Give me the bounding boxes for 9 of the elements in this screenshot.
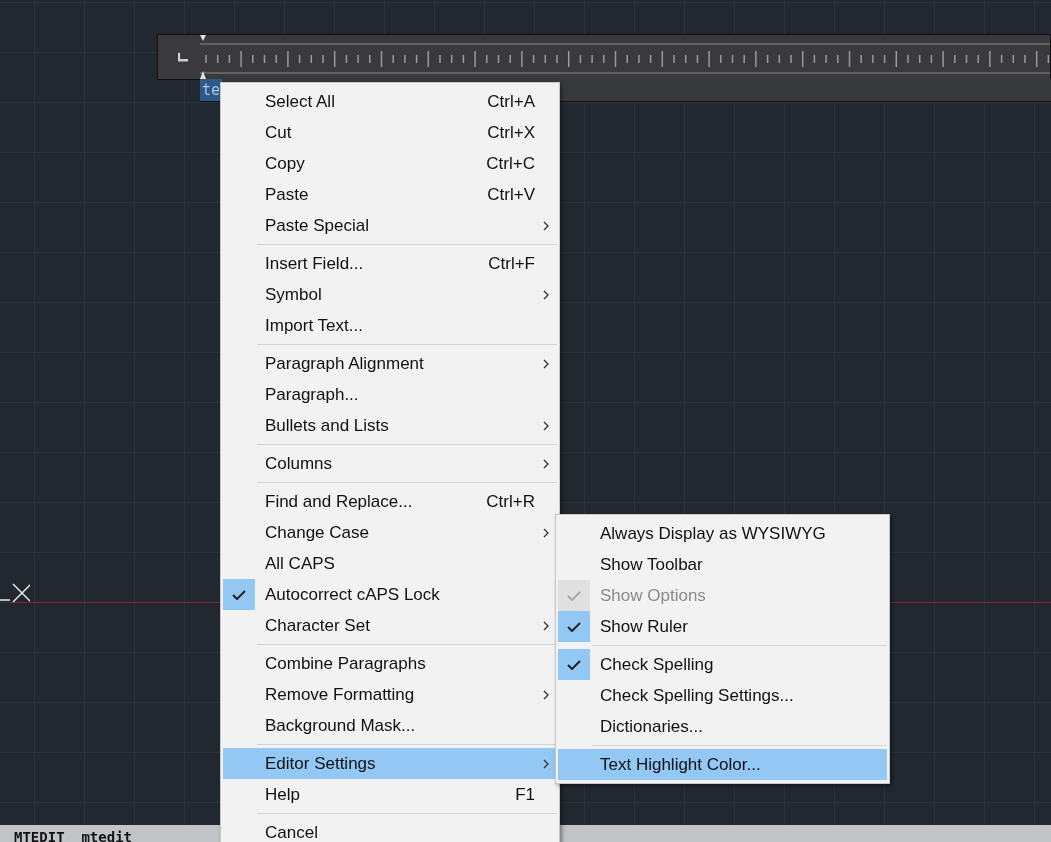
- shortcut-text: Ctrl+A: [487, 91, 535, 112]
- shortcut-text: Ctrl+R: [486, 491, 535, 512]
- shortcut-text: Ctrl+X: [487, 122, 535, 143]
- selected-text: te: [200, 79, 223, 101]
- shortcut-text: Ctrl+V: [487, 184, 535, 205]
- shortcut-text: Ctrl+C: [486, 153, 535, 174]
- command-text: MTEDIT mtedit: [14, 829, 132, 842]
- shortcut-text: F1: [515, 784, 535, 805]
- shortcut-text: Ctrl+F: [488, 253, 535, 274]
